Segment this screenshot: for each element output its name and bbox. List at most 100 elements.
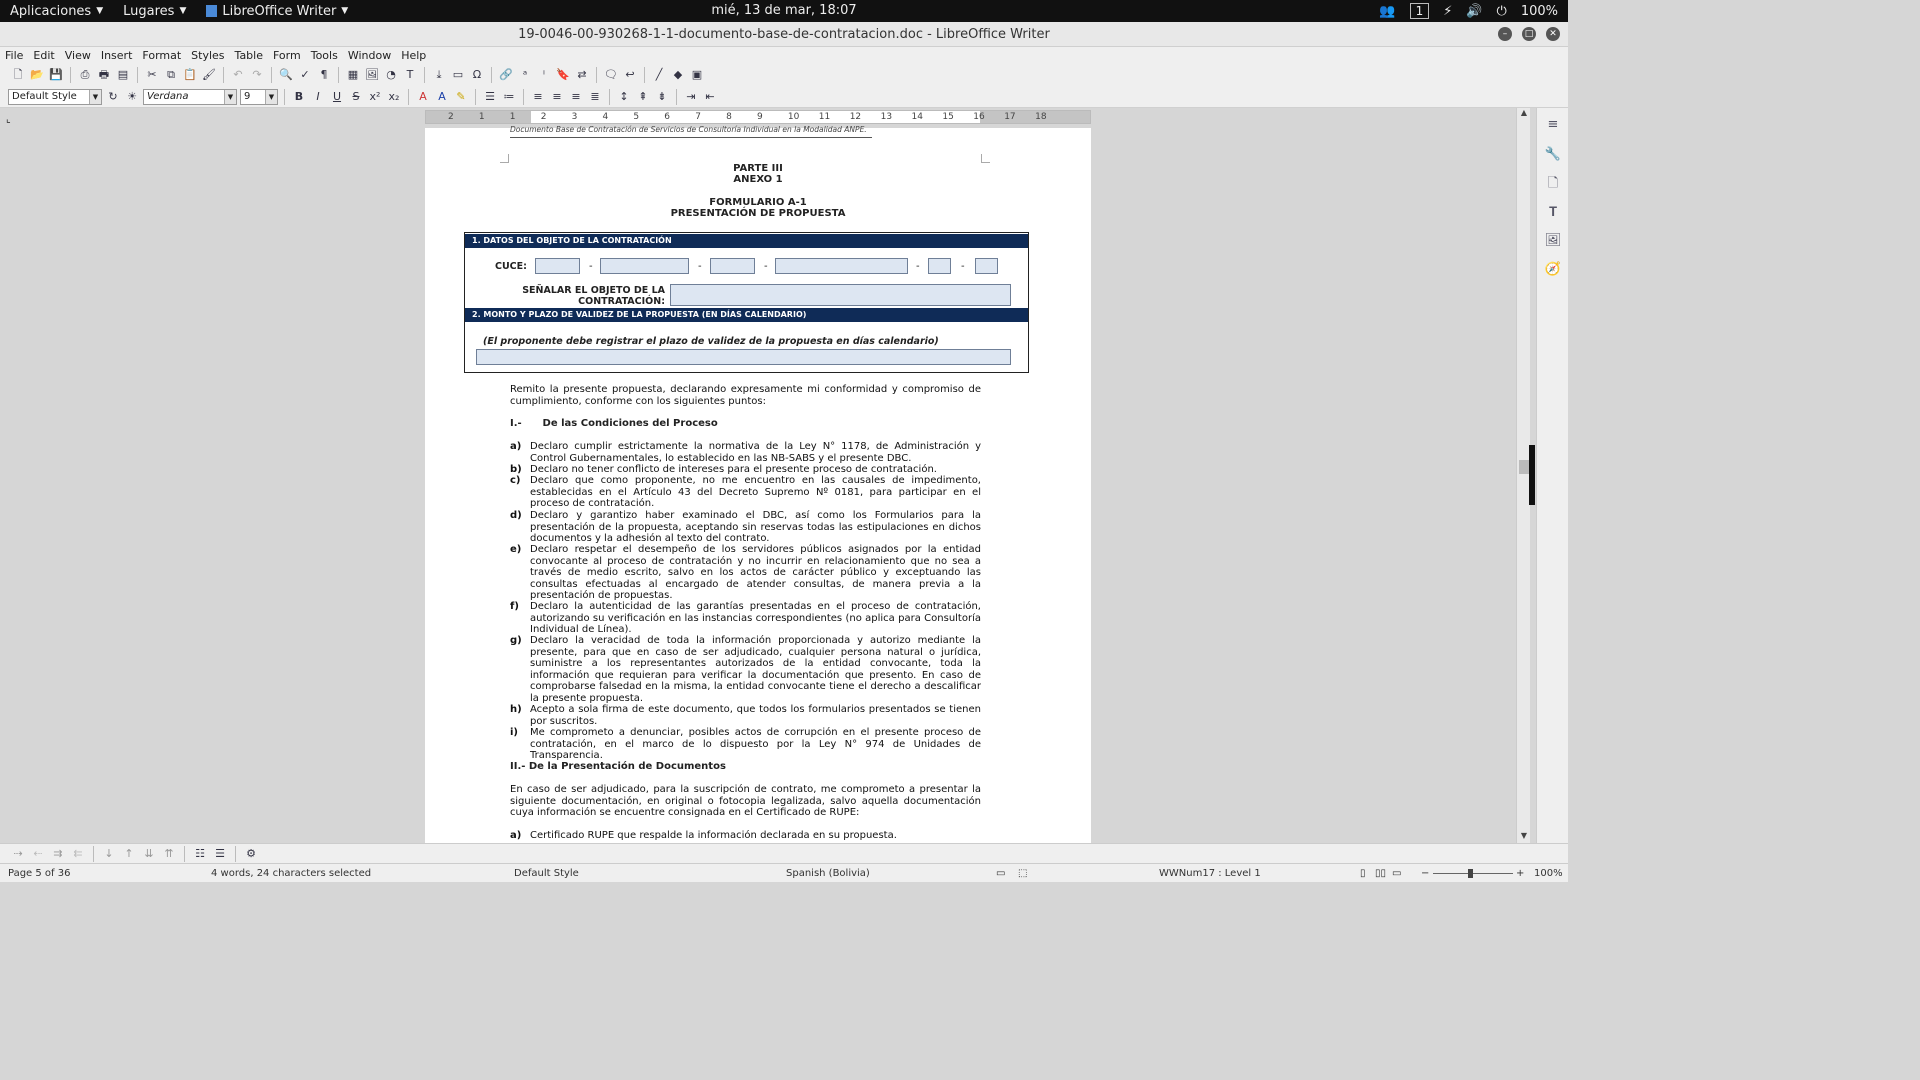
menu-format[interactable]: Format <box>142 47 181 64</box>
open-folder-icon[interactable]: 📂 <box>29 67 45 83</box>
cuce-field[interactable] <box>600 258 689 274</box>
new-document-icon[interactable]: 🗋 <box>10 67 26 83</box>
update-style-icon[interactable]: ↻ <box>105 89 121 105</box>
underline-icon[interactable]: U <box>329 89 345 105</box>
menu-tools[interactable]: Tools <box>311 47 338 64</box>
book-view-icon[interactable]: ▭ <box>1392 864 1401 883</box>
align-left-icon[interactable]: ≡ <box>530 89 546 105</box>
zoom-slider-handle[interactable] <box>1468 869 1473 878</box>
insert-image-icon[interactable]: 🖼 <box>364 67 380 83</box>
page-break-icon[interactable]: ⤓ <box>431 67 447 83</box>
properties-icon[interactable]: 🔧 <box>1544 146 1562 164</box>
save-icon[interactable]: 💾 <box>48 67 64 83</box>
promote-subpoints-icon[interactable]: ⇇ <box>70 846 86 862</box>
clone-formatting-icon[interactable]: 🖌 <box>201 67 217 83</box>
plazo-validez-field[interactable] <box>476 349 1011 365</box>
objeto-contratacion-field[interactable] <box>670 284 1011 306</box>
decrease-indent-icon[interactable]: ⇤ <box>702 89 718 105</box>
menu-insert[interactable]: Insert <box>101 47 133 64</box>
find-replace-icon[interactable]: 🔍 <box>278 67 294 83</box>
demote-icon[interactable]: ⇢ <box>10 846 26 862</box>
hyperlink-icon[interactable]: 🔗 <box>498 67 514 83</box>
bookmark-icon[interactable]: 🔖 <box>555 67 571 83</box>
page-icon[interactable]: 🗋 <box>1544 175 1562 193</box>
move-down-subpoints-icon[interactable]: ⇊ <box>141 846 157 862</box>
people-icon[interactable]: 👥 <box>1379 4 1395 19</box>
battery-indicator[interactable]: 100% <box>1521 4 1558 19</box>
volume-icon[interactable]: 🔊 <box>1466 4 1482 19</box>
menu-file[interactable]: File <box>5 47 23 64</box>
move-up-icon[interactable]: ↑ <box>121 846 137 862</box>
minimize-icon[interactable]: – <box>1498 27 1512 41</box>
font-color-icon[interactable]: A <box>434 89 450 105</box>
highlight-icon[interactable]: ✎ <box>453 89 469 105</box>
copy-icon[interactable]: ⧉ <box>163 67 179 83</box>
line-spacing-icon[interactable]: ↕ <box>616 89 632 105</box>
numbered-list-icon[interactable]: ≔ <box>501 89 517 105</box>
cuce-field[interactable] <box>710 258 755 274</box>
document-page[interactable]: Documento Base de Contratación de Servic… <box>425 125 1091 843</box>
endnote-icon[interactable]: ⁱ <box>536 67 552 83</box>
sidebar-menu-icon[interactable]: ≡ <box>1544 116 1562 134</box>
promote-icon[interactable]: ⇠ <box>30 846 46 862</box>
multi-page-view-icon[interactable]: ▯▯ <box>1375 864 1386 883</box>
undo-icon[interactable]: ↶ <box>230 67 246 83</box>
chevron-down-icon[interactable]: ▼ <box>89 89 101 104</box>
cuce-field[interactable] <box>775 258 908 274</box>
font-name-combo[interactable]: Verdana ▼ <box>143 88 237 105</box>
sidebar-splitter[interactable] <box>1529 445 1535 505</box>
applications-menu[interactable]: Aplicaciones ▼ <box>0 4 113 19</box>
draw-functions-icon[interactable]: ▣ <box>689 67 705 83</box>
navigator-icon[interactable]: 🧭 <box>1544 261 1562 279</box>
footnote-icon[interactable]: ᵃ <box>517 67 533 83</box>
align-right-icon[interactable]: ≡ <box>568 89 584 105</box>
menu-styles[interactable]: Styles <box>191 47 224 64</box>
align-center-icon[interactable]: ≡ <box>549 89 565 105</box>
page-style[interactable]: Default Style <box>514 864 579 883</box>
page-count[interactable]: Page 5 of 36 <box>8 864 70 883</box>
strikethrough-icon[interactable]: S <box>348 89 364 105</box>
power-icon[interactable]: ⏻ <box>1497 4 1507 19</box>
zoom-out-icon[interactable]: − <box>1421 864 1429 883</box>
move-up-subpoints-icon[interactable]: ⇈ <box>161 846 177 862</box>
menu-help[interactable]: Help <box>401 47 426 64</box>
tab-stop-selector[interactable]: ⌞ <box>6 114 11 125</box>
scrollbar-thumb[interactable] <box>1519 460 1529 474</box>
scroll-down-icon[interactable]: ▼ <box>1517 831 1531 843</box>
print-icon[interactable]: 🖶 <box>96 67 112 83</box>
cross-reference-icon[interactable]: ⇄ <box>574 67 590 83</box>
insert-unnumbered-entry-icon[interactable]: ☷ <box>192 846 208 862</box>
scroll-up-icon[interactable]: ▲ <box>1517 108 1531 120</box>
window-title-bar[interactable]: 19-0046-00-930268-1-1-documento-base-de-… <box>0 22 1568 47</box>
italic-icon[interactable]: I <box>310 89 326 105</box>
bullets-numbering-dialog-icon[interactable]: ⚙ <box>243 846 259 862</box>
move-down-icon[interactable]: ↓ <box>101 846 117 862</box>
print-preview-icon[interactable]: ▤ <box>115 67 131 83</box>
insert-table-icon[interactable]: ▦ <box>345 67 361 83</box>
chevron-down-icon[interactable]: ▼ <box>224 89 236 104</box>
clear-formatting-icon[interactable]: A <box>415 89 431 105</box>
menu-edit[interactable]: Edit <box>33 47 54 64</box>
increase-spacing-icon[interactable]: ⇞ <box>635 89 651 105</box>
paragraph-style-combo[interactable]: Default Style ▼ <box>8 88 102 105</box>
active-app-menu[interactable]: LibreOffice Writer ▼ <box>196 4 358 19</box>
cuce-field[interactable] <box>928 258 951 274</box>
menu-view[interactable]: View <box>65 47 91 64</box>
horizontal-ruler[interactable]: 2 1 1 2 3 4 5 6 7 8 9 10 11 12 13 14 15 16 17 18 <box>425 110 1091 124</box>
maximize-icon[interactable]: □ <box>1522 27 1536 41</box>
formatting-marks-icon[interactable]: ¶ <box>316 67 332 83</box>
paste-icon[interactable]: 📋 <box>182 67 198 83</box>
cuce-field[interactable] <box>535 258 580 274</box>
cut-icon[interactable]: ✂ <box>144 67 160 83</box>
new-style-icon[interactable]: ☀ <box>124 89 140 105</box>
cuce-field[interactable] <box>975 258 998 274</box>
single-page-view-icon[interactable]: ▯ <box>1360 864 1366 883</box>
zoom-level[interactable]: 100% <box>1534 864 1563 883</box>
demote-subpoints-icon[interactable]: ⇉ <box>50 846 66 862</box>
basic-shapes-icon[interactable]: ◆ <box>670 67 686 83</box>
special-character-icon[interactable]: Ω <box>469 67 485 83</box>
font-size-combo[interactable]: 9 ▼ <box>240 88 278 105</box>
styles-icon[interactable]: 𝐓 <box>1544 204 1562 222</box>
places-menu[interactable]: Lugares ▼ <box>113 4 196 19</box>
line-icon[interactable]: ╱ <box>651 67 667 83</box>
